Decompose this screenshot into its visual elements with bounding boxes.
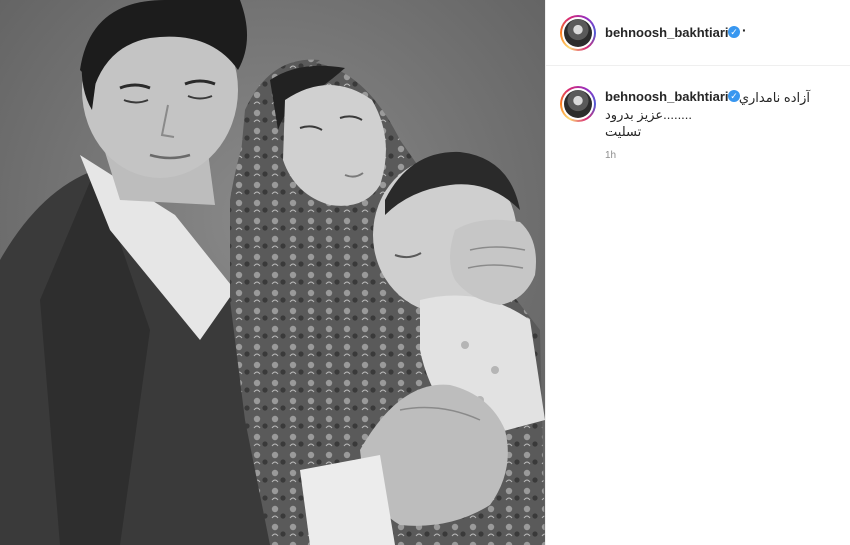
- post-header: behnoosh_bakhtiari ✓ ·: [546, 0, 850, 66]
- avatar-image: [564, 19, 592, 47]
- caption-avatar[interactable]: [560, 86, 596, 122]
- post-photo[interactable]: [0, 0, 545, 545]
- post-side-panel: behnoosh_bakhtiari ✓ · behnoosh_bakhtiar…: [545, 0, 850, 545]
- caption-username-link[interactable]: behnoosh_bakhtiari: [605, 89, 729, 104]
- verified-badge-icon: ✓: [728, 26, 740, 38]
- avatar[interactable]: [560, 15, 596, 51]
- caption-text-line-3: تسليت: [605, 124, 642, 139]
- avatar-image: [564, 90, 592, 118]
- header-username-link[interactable]: behnoosh_bakhtiari: [605, 25, 729, 40]
- caption-text-line-1: آزاده نامداري: [738, 90, 810, 105]
- caption-text-line-2: ........عزيز بدرود: [605, 107, 693, 122]
- instagram-post-view: behnoosh_bakhtiari ✓ · behnoosh_bakhtiar…: [0, 0, 850, 545]
- separator-dot: ·: [742, 22, 747, 38]
- post-timestamp[interactable]: 1h: [605, 150, 616, 161]
- photo-image: [0, 0, 545, 545]
